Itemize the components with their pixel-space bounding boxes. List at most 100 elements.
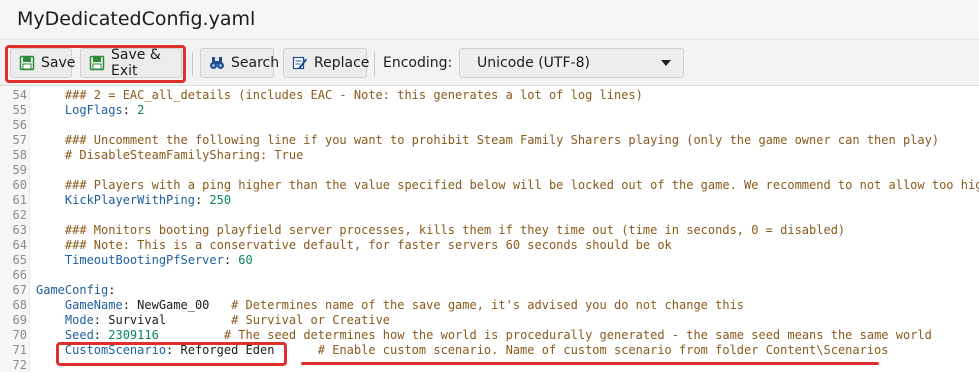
line-number: 65 <box>12 253 27 267</box>
line-number: 62 <box>12 208 27 222</box>
line-number: 59 <box>12 163 27 177</box>
code-line[interactable]: 72 <box>0 358 979 372</box>
encoding-value: Unicode (UTF-8) <box>477 55 590 71</box>
comment-token: # Survival or Creative <box>231 313 391 327</box>
value-token: 250 <box>209 193 232 207</box>
code-text: KickPlayerWithPing: 250 <box>36 193 231 208</box>
line-number: 60 <box>12 178 27 192</box>
comment-token: # The seed determines how the world is p… <box>223 328 932 342</box>
value-token: 2309116 <box>108 328 159 342</box>
code-editor[interactable]: 54 ### 2 = EAC_all_details (includes EAC… <box>0 86 979 372</box>
save-exit-button[interactable]: Save & Exit <box>80 47 182 79</box>
replace-label: Replace <box>314 55 370 71</box>
code-text: GameConfig: <box>36 283 115 298</box>
code-text: ### 2 = EAC_all_details (includes EAC - … <box>36 88 643 103</box>
key-token: TimeoutBootingPfServer <box>36 253 224 267</box>
comment-token: # Enable custom scenario. Name of custom… <box>317 343 889 357</box>
code-text: Seed: 2309116 # The seed determines how … <box>36 328 932 343</box>
text-token: : Reforged Eden <box>166 343 318 357</box>
comment-underline <box>301 362 879 365</box>
code-line[interactable]: 59 <box>0 163 979 178</box>
code-text: # DisableSteamFamilySharing: True <box>36 148 303 163</box>
line-number: 67 <box>12 283 27 297</box>
line-number: 57 <box>12 133 27 147</box>
code-line[interactable]: 63 ### Monitors booting playfield server… <box>0 223 979 238</box>
value-token: 60 <box>238 253 253 267</box>
save-exit-icon <box>89 55 105 71</box>
key-token: LogFlags <box>36 103 123 117</box>
replace-icon <box>292 56 307 70</box>
code-text: ### Monitors booting playfield server pr… <box>36 223 845 238</box>
save-button[interactable]: Save <box>10 48 76 78</box>
code-line[interactable]: 67 GameConfig: <box>0 283 979 298</box>
title-bar: MyDedicatedConfig.yaml <box>0 0 979 40</box>
key-token: GameName <box>36 298 123 312</box>
key-token: KickPlayerWithPing <box>36 193 195 207</box>
line-number: 61 <box>12 193 27 207</box>
key-token: CustomScenario <box>36 343 167 357</box>
encoding-select[interactable]: Unicode (UTF-8) <box>459 48 684 78</box>
code-line[interactable]: 69 Mode: Survival # Survival or Creative <box>0 313 979 328</box>
text-token: : <box>93 328 109 342</box>
code-line[interactable]: 61 KickPlayerWithPing: 250 <box>0 193 979 208</box>
save-exit-label: Save & Exit <box>111 47 161 79</box>
toolbar-divider <box>374 52 375 76</box>
comment-token: # Determines name of the save game, it's… <box>231 298 745 312</box>
code-line[interactable]: 54 ### 2 = EAC_all_details (includes EAC… <box>0 88 979 103</box>
comment-token: ### Monitors booting playfield server pr… <box>36 223 846 237</box>
line-number: 54 <box>12 88 27 102</box>
save-label: Save <box>41 55 76 71</box>
line-number: 68 <box>12 298 27 312</box>
code-line[interactable]: 62 <box>0 208 979 223</box>
code-line[interactable]: 71 CustomScenario: Reforged Eden # Enabl… <box>0 343 979 358</box>
text-token: : <box>194 193 210 207</box>
comment-token: ### Uncomment the following line if you … <box>36 133 940 147</box>
code-line[interactable]: 65 TimeoutBootingPfServer: 60 <box>0 253 979 268</box>
line-number: 64 <box>12 238 27 252</box>
search-button[interactable]: Search <box>200 48 279 78</box>
toolbar-divider <box>192 52 193 76</box>
line-number: 72 <box>12 358 27 372</box>
comment-token: ### Players with a ping higher than the … <box>36 178 979 192</box>
code-text: CustomScenario: Reforged Eden # Enable c… <box>36 343 889 358</box>
window-title: MyDedicatedConfig.yaml <box>17 8 256 30</box>
key-token: Seed <box>36 328 94 342</box>
replace-button[interactable]: Replace <box>283 48 370 78</box>
text-token: : <box>223 253 239 267</box>
code-text: LogFlags: 2 <box>36 103 145 118</box>
text-token: : <box>122 103 138 117</box>
code-text: GameName: NewGame_00 # Determines name o… <box>36 298 744 313</box>
code-line[interactable]: 56 <box>0 118 979 133</box>
line-number: 66 <box>12 268 27 282</box>
encoding-label: Encoding: <box>383 55 453 71</box>
save-icon <box>19 55 35 71</box>
text-token: : Survival <box>93 313 232 327</box>
text-token: : NewGame_00 <box>122 298 232 312</box>
code-line[interactable]: 55 LogFlags: 2 <box>0 103 979 118</box>
line-number: 63 <box>12 223 27 237</box>
code-line[interactable]: 58 # DisableSteamFamilySharing: True <box>0 148 979 163</box>
code-text: ### Uncomment the following line if you … <box>36 133 939 148</box>
code-text: ### Players with a ping higher than the … <box>36 178 979 193</box>
code-text: Mode: Survival # Survival or Creative <box>36 313 390 328</box>
line-number: 55 <box>12 103 27 117</box>
line-number: 56 <box>12 118 27 132</box>
text-token: : <box>108 283 116 297</box>
code-line[interactable]: 64 ### Note: This is a conservative defa… <box>0 238 979 253</box>
line-number: 69 <box>12 313 27 327</box>
code-line[interactable]: 68 GameName: NewGame_00 # Determines nam… <box>0 298 979 313</box>
binoculars-icon <box>210 57 224 69</box>
line-number: 58 <box>12 148 27 162</box>
comment-token: ### 2 = EAC_all_details (includes EAC - … <box>36 88 643 102</box>
code-line[interactable]: 70 Seed: 2309116 # The seed determines h… <box>0 328 979 343</box>
code-text: ### Note: This is a conservative default… <box>36 238 672 253</box>
line-number: 70 <box>12 328 27 342</box>
code-line[interactable]: 57 ### Uncomment the following line if y… <box>0 133 979 148</box>
value-token: 2 <box>137 103 145 117</box>
comment-token: ### Note: This is a conservative default… <box>36 238 672 252</box>
code-line[interactable]: 60 ### Players with a ping higher than t… <box>0 178 979 193</box>
search-label: Search <box>231 55 280 71</box>
key-token: Mode <box>36 313 94 327</box>
code-line[interactable]: 66 <box>0 268 979 283</box>
